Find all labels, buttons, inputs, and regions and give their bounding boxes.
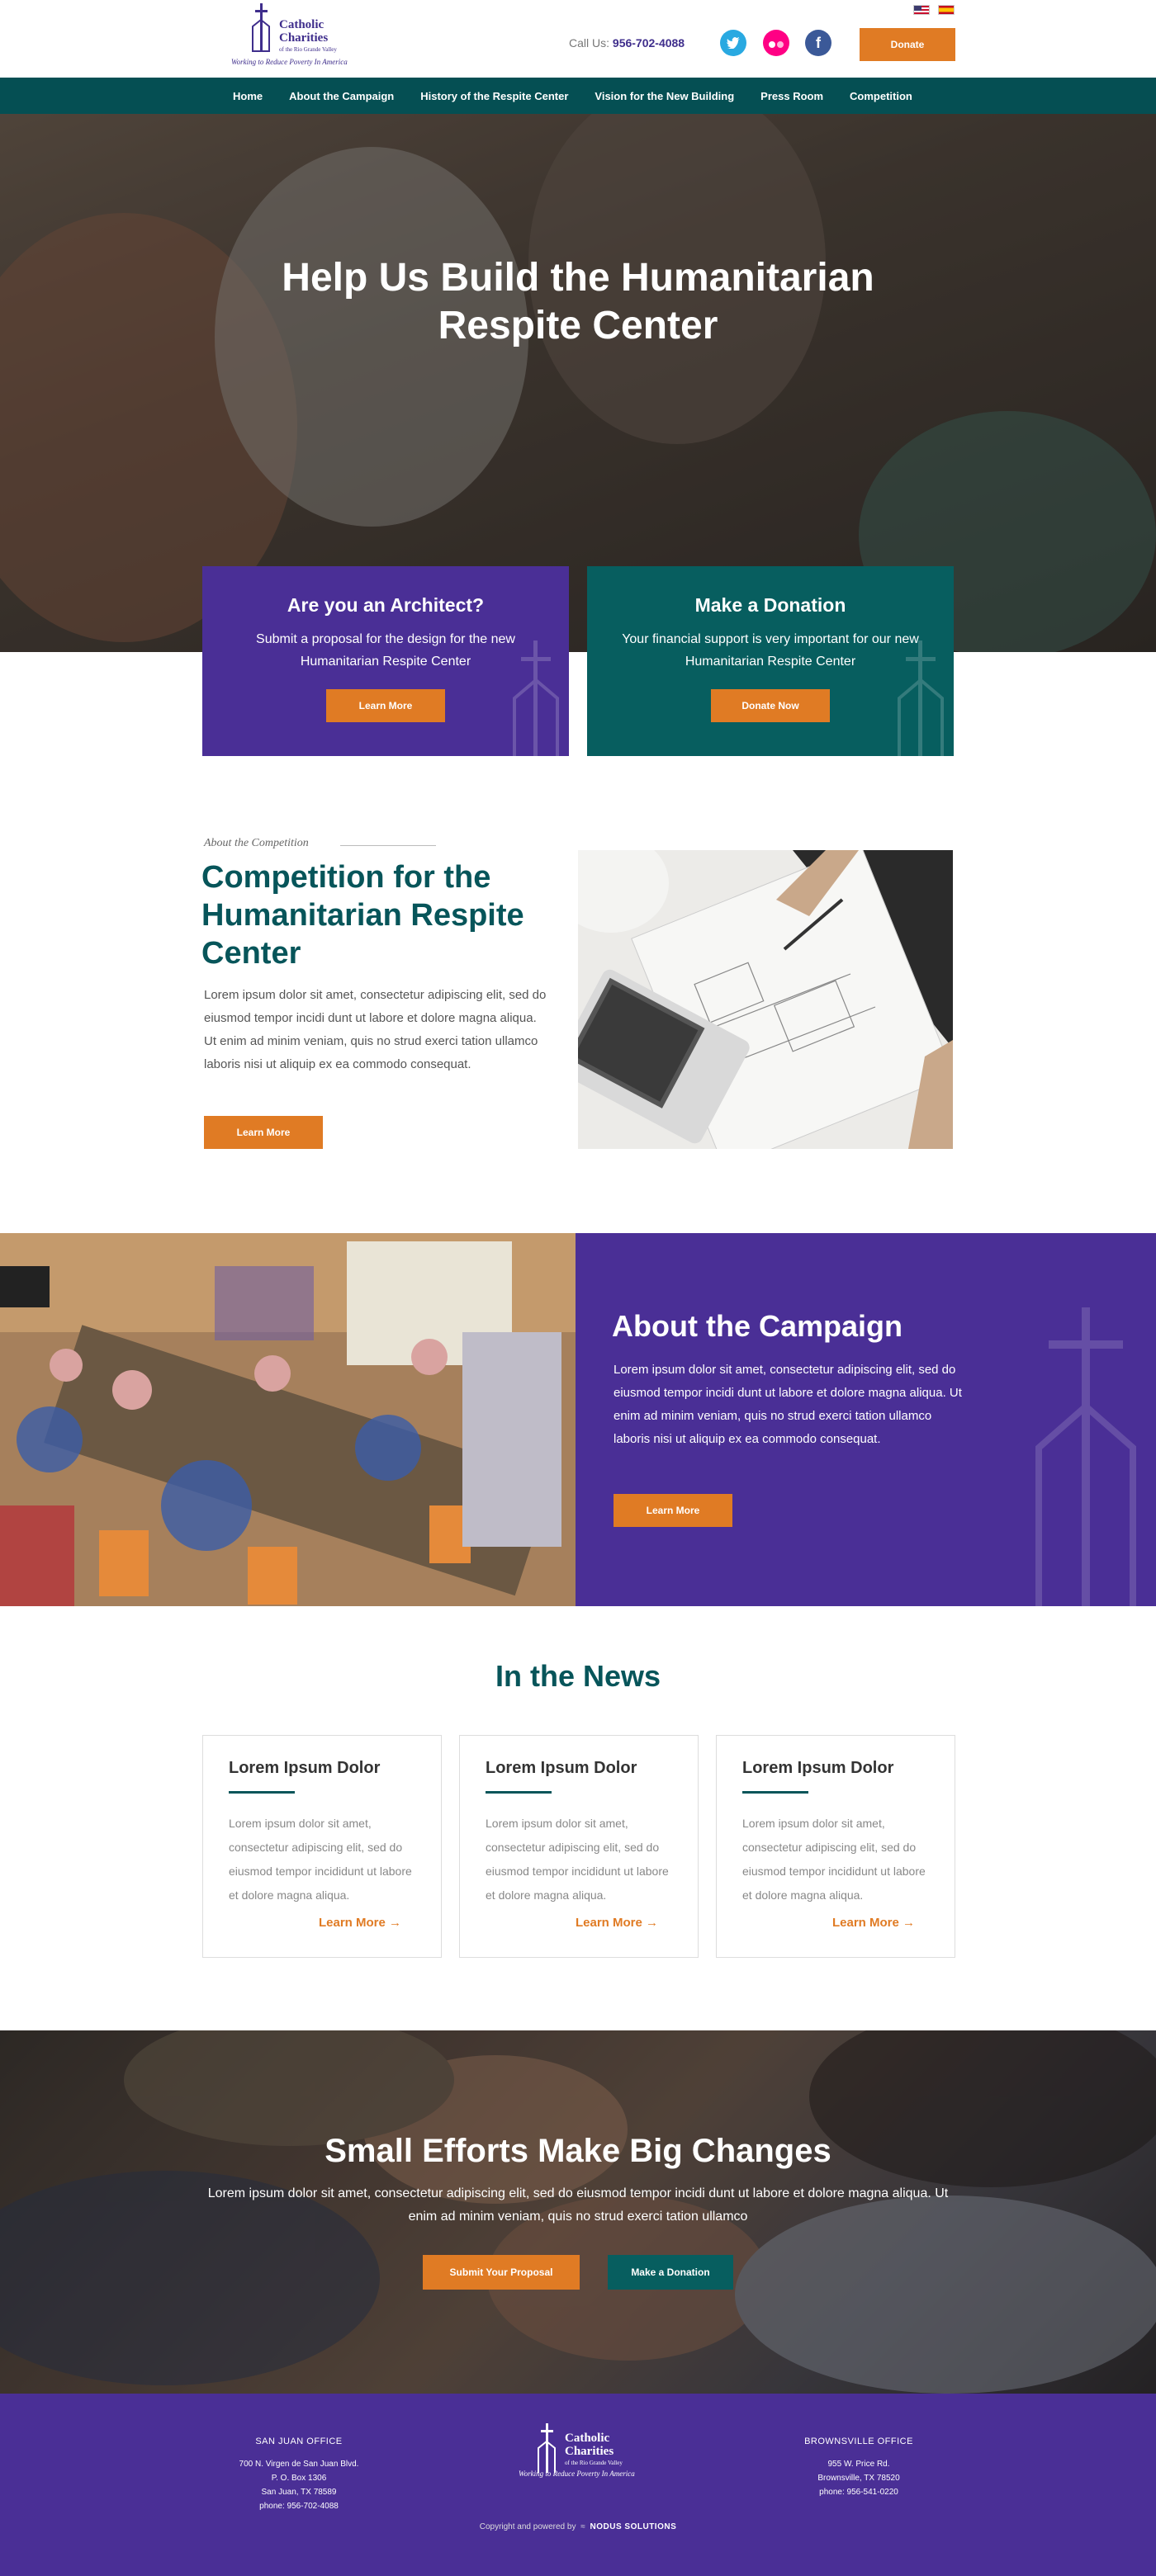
logo-line2: Charities xyxy=(279,31,329,45)
news-card-divider xyxy=(486,1791,552,1794)
hero-title: Help Us Build the Humanitarian Respite C… xyxy=(0,254,1156,350)
nav-competition[interactable]: Competition xyxy=(850,90,912,102)
news-learn-more-link[interactable]: Learn More → xyxy=(832,1916,915,1930)
news-learn-more-link[interactable]: Learn More → xyxy=(576,1916,658,1930)
call-us-label: Call Us: xyxy=(569,36,610,50)
news-card[interactable]: Lorem Ipsum Dolor Lorem ipsum dolor sit … xyxy=(202,1735,442,1958)
news-card[interactable]: Lorem Ipsum Dolor Lorem ipsum dolor sit … xyxy=(716,1735,955,1958)
architect-learn-more-button[interactable]: Learn More xyxy=(326,689,445,722)
make-donation-button[interactable]: Make a Donation xyxy=(608,2255,733,2290)
campaign-text: Lorem ipsum dolor sit amet, consectetur … xyxy=(614,1363,962,1446)
efforts-title: Small Efforts Make Big Changes xyxy=(325,2133,831,2169)
san-juan-address: 700 N. Virgen de San Juan Blvd. xyxy=(239,2460,359,2469)
news-card-text: Lorem ipsum dolor sit amet, consectetur … xyxy=(229,1817,412,1902)
news-card-divider xyxy=(229,1791,295,1794)
logo-line1: Catholic xyxy=(279,18,325,31)
news-card-title: Lorem Ipsum Dolor xyxy=(486,1759,637,1777)
footer-logo[interactable]: Catholic Charities of the Rio Grande Vall… xyxy=(512,2423,644,2489)
san-juan-po-box: P. O. Box 1306 xyxy=(271,2474,327,2483)
donation-card: Make a Donation Your financial support i… xyxy=(587,566,954,756)
competition-text: Lorem ipsum dolor sit amet, consectetur … xyxy=(204,988,547,1071)
about-campaign-panel: About the Campaign Lorem ipsum dolor sit… xyxy=(576,1233,1156,1606)
facebook-icon[interactable]: f xyxy=(805,30,831,56)
arrow-right-icon: → xyxy=(389,1916,401,1930)
site-header: Catholic Charities of the Rio Grande Vall… xyxy=(0,0,1156,78)
call-us: Call Us: 956-702-4088 xyxy=(569,36,685,50)
footer-logo-line2: Charities xyxy=(565,2445,614,2458)
copyright-text: Copyright and powered by xyxy=(479,2522,576,2531)
main-nav: Home About the Campaign History of the R… xyxy=(0,78,1156,114)
san-juan-heading: SAN JUAN OFFICE xyxy=(255,2437,343,2446)
hero-title-line2: Respite Center xyxy=(438,304,718,347)
news-card-title: Lorem Ipsum Dolor xyxy=(229,1759,381,1777)
news-learn-more-label: Learn More xyxy=(318,1916,386,1930)
logo-tagline: Working to Reduce Poverty In America xyxy=(231,58,348,66)
brownsville-heading: BROWNSVILLE OFFICE xyxy=(804,2437,913,2446)
cross-logo-icon xyxy=(538,2423,556,2473)
news-card[interactable]: Lorem Ipsum Dolor Lorem ipsum dolor sit … xyxy=(459,1735,699,1958)
donate-now-button[interactable]: Donate Now xyxy=(711,689,830,722)
nav-history[interactable]: History of the Respite Center xyxy=(420,90,568,102)
cross-watermark-icon xyxy=(513,640,559,756)
arrow-right-icon: → xyxy=(646,1916,658,1930)
news-card-text: Lorem ipsum dolor sit amet, consectetur … xyxy=(742,1817,926,1902)
catholic-charities-logo[interactable]: Catholic Charities of the Rio Grande Vall… xyxy=(231,3,355,73)
cafeteria-photo xyxy=(0,1233,576,1606)
nodus-solutions-link[interactable]: NODUS SOLUTIONS xyxy=(590,2522,677,2531)
blueprint-illustration xyxy=(578,850,953,1149)
architect-card: Are you an Architect? Submit a proposal … xyxy=(202,566,569,756)
footer-logo-subtitle: of the Rio Grande Valley xyxy=(565,2460,623,2466)
brownsville-phone: phone: 956-541-0220 xyxy=(819,2488,898,2497)
submit-proposal-button[interactable]: Submit Your Proposal xyxy=(423,2255,580,2290)
hero-title-line1: Help Us Build the Humanitarian xyxy=(282,256,874,300)
arrow-right-icon: → xyxy=(903,1916,915,1930)
small-efforts-banner: Small Efforts Make Big Changes Lorem ips… xyxy=(0,2030,1156,2394)
donate-button[interactable]: Donate xyxy=(860,28,955,61)
flickr-icon[interactable] xyxy=(763,30,789,56)
competition-eyebrow: About the Competition xyxy=(204,837,309,849)
blueprint-photo xyxy=(578,850,953,1149)
cross-watermark-icon xyxy=(1035,1307,1136,1606)
twitter-icon[interactable] xyxy=(720,30,746,56)
news-card-text: Lorem ipsum dolor sit amet, consectetur … xyxy=(486,1817,669,1902)
news-card-title: Lorem Ipsum Dolor xyxy=(742,1759,894,1777)
brownsville-office: BROWNSVILLE OFFICE 955 W. Price Rd. Brow… xyxy=(776,2435,941,2499)
site-footer: SAN JUAN OFFICE 700 N. Virgen de San Jua… xyxy=(0,2394,1156,2576)
architect-card-title: Are you an Architect? xyxy=(287,594,485,616)
phone-number[interactable]: 956-702-4088 xyxy=(613,36,685,50)
cafeteria-illustration xyxy=(0,1233,576,1606)
brownsville-city: Brownsville, TX 78520 xyxy=(817,2474,900,2483)
competition-title: Competition for the Humanitarian Respite… xyxy=(201,860,524,971)
news-learn-more-label: Learn More xyxy=(831,1916,899,1930)
spain-flag-icon[interactable] xyxy=(938,5,955,15)
us-flag-icon[interactable] xyxy=(913,5,930,15)
nav-press-room[interactable]: Press Room xyxy=(760,90,823,102)
campaign-title: About the Campaign xyxy=(612,1309,903,1343)
nav-home[interactable]: Home xyxy=(233,90,263,102)
competition-learn-more-button[interactable]: Learn More xyxy=(204,1116,323,1149)
san-juan-city: San Juan, TX 78589 xyxy=(261,2488,337,2497)
efforts-text: Lorem ipsum dolor sit amet, consectetur … xyxy=(207,2186,949,2224)
logo-subtitle: of the Rio Grande Valley xyxy=(279,46,337,53)
brownsville-address: 955 W. Price Rd. xyxy=(827,2460,890,2469)
news-learn-more-label: Learn More xyxy=(575,1916,642,1930)
san-juan-phone: phone: 956-702-4088 xyxy=(259,2502,339,2511)
footer-logo-line1: Catholic xyxy=(565,2432,610,2445)
language-switcher xyxy=(913,5,955,15)
copyright: Copyright and powered by ≈ NODUS SOLUTIO… xyxy=(0,2522,1156,2531)
san-juan-office: SAN JUAN OFFICE 700 N. Virgen de San Jua… xyxy=(216,2435,381,2513)
cross-watermark-icon xyxy=(898,640,944,756)
cross-logo-icon xyxy=(252,3,270,52)
eyebrow-divider xyxy=(340,845,436,846)
nav-vision[interactable]: Vision for the New Building xyxy=(595,90,734,102)
news-learn-more-link[interactable]: Learn More → xyxy=(319,1916,401,1930)
campaign-learn-more-button[interactable]: Learn More xyxy=(614,1494,732,1527)
news-title: In the News xyxy=(495,1659,661,1693)
news-card-divider xyxy=(742,1791,808,1794)
donation-card-title: Make a Donation xyxy=(694,594,846,616)
nav-about-campaign[interactable]: About the Campaign xyxy=(289,90,394,102)
footer-logo-tagline: Working to Reduce Poverty In America xyxy=(519,2470,635,2478)
nodus-logo-icon: ≈ xyxy=(580,2522,585,2531)
cta-cards: Are you an Architect? Submit a proposal … xyxy=(202,566,954,756)
